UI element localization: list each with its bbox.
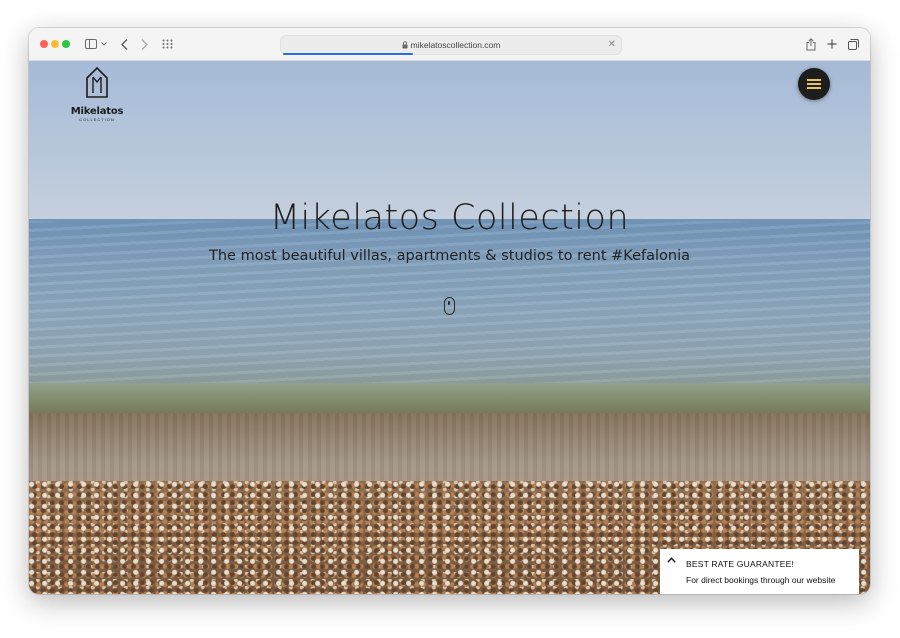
scroll-down-icon[interactable] bbox=[444, 297, 455, 315]
zoom-window-button[interactable] bbox=[62, 40, 70, 48]
hamburger-menu-button[interactable] bbox=[798, 68, 830, 100]
browser-toolbar: mikelatoscollection.com ✕ bbox=[29, 28, 870, 61]
chevron-up-icon[interactable] bbox=[667, 554, 676, 566]
close-icon[interactable]: ✕ bbox=[608, 36, 616, 54]
page-load-progress bbox=[283, 53, 413, 55]
back-icon[interactable] bbox=[118, 36, 130, 52]
best-rate-banner[interactable]: BEST RATE GUARANTEE! For direct bookings… bbox=[660, 549, 859, 594]
chevron-down-icon[interactable] bbox=[100, 36, 108, 52]
hero-title: Mikelatos Collection bbox=[269, 198, 630, 238]
logo-subtext: COLLECTION bbox=[79, 117, 115, 122]
hero-subtitle: The most beautiful villas, apartments & … bbox=[209, 248, 690, 264]
logo-mark-icon bbox=[86, 66, 108, 98]
minimize-window-button[interactable] bbox=[51, 40, 59, 48]
site-logo[interactable]: Mikelatos COLLECTION bbox=[69, 66, 125, 122]
logo-text: Mikelatos bbox=[70, 106, 124, 117]
tabs-overview-icon[interactable] bbox=[847, 36, 859, 52]
menu-icon-line bbox=[807, 83, 821, 85]
forward-icon[interactable] bbox=[138, 36, 150, 52]
tab-grid-icon[interactable] bbox=[161, 36, 173, 52]
sidebar-icon[interactable] bbox=[84, 36, 98, 52]
hero-overlay bbox=[29, 61, 870, 594]
close-window-button[interactable] bbox=[40, 40, 48, 48]
browser-window: mikelatoscollection.com ✕ Mikelatos COLL… bbox=[29, 28, 870, 594]
address-bar[interactable]: mikelatoscollection.com ✕ bbox=[280, 35, 622, 55]
new-tab-icon[interactable] bbox=[826, 36, 838, 52]
best-rate-title: BEST RATE GUARANTEE! bbox=[686, 559, 795, 569]
menu-icon-line bbox=[807, 87, 821, 89]
url-text: mikelatoscollection.com bbox=[410, 40, 501, 50]
best-rate-text: For direct bookings through our website bbox=[686, 575, 836, 585]
share-icon[interactable] bbox=[805, 36, 817, 52]
menu-icon-line bbox=[807, 79, 821, 81]
website-viewport: Mikelatos COLLECTION Mikelatos Collectio… bbox=[29, 61, 870, 594]
